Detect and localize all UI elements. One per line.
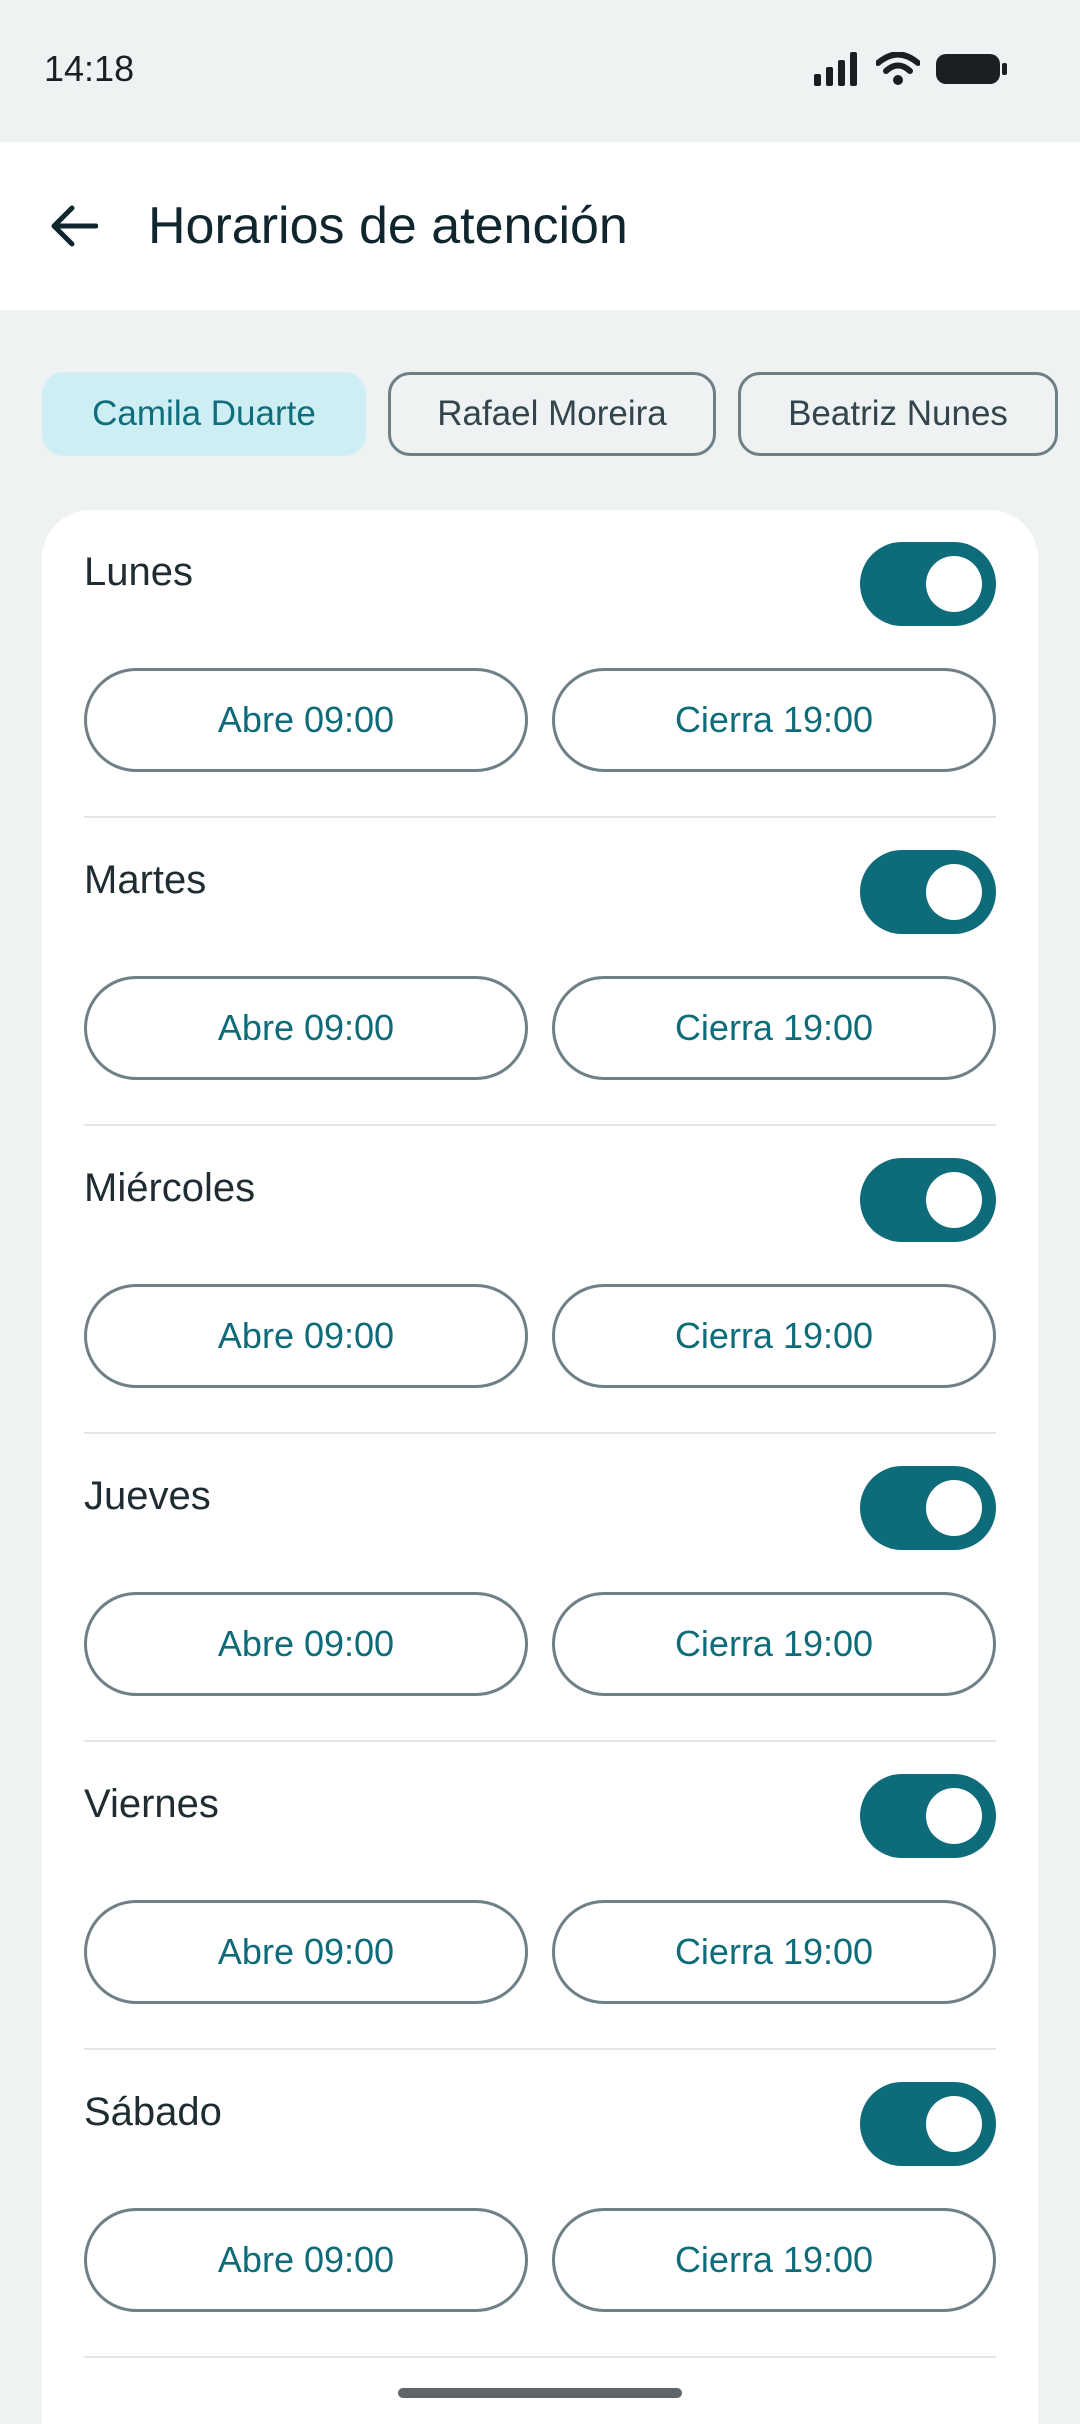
page-title: Horarios de atención xyxy=(148,197,628,255)
open-time-button[interactable]: Abre 09:00 xyxy=(84,1592,528,1696)
day-toggle[interactable] xyxy=(860,850,996,934)
day-name: Miércoles xyxy=(84,1166,256,1210)
divider xyxy=(84,2356,996,2358)
toggle-knob xyxy=(926,556,982,612)
toggle-knob xyxy=(926,864,982,920)
schedule-card: Lunes Abre 09:00 Cierra 19:00 Martes Abr… xyxy=(42,510,1038,2424)
wifi-icon xyxy=(876,52,920,85)
day-row-miercoles: Miércoles Abre 09:00 Cierra 19:00 xyxy=(84,1126,996,1434)
app-bar: Horarios de atención xyxy=(0,142,1080,310)
toggle-knob xyxy=(926,1788,982,1844)
day-row-jueves: Jueves Abre 09:00 Cierra 19:00 xyxy=(84,1434,996,1742)
day-name: Martes xyxy=(84,858,207,902)
day-toggle[interactable] xyxy=(860,2082,996,2166)
day-row-martes: Martes Abre 09:00 Cierra 19:00 xyxy=(84,818,996,1126)
signal-icon xyxy=(814,52,857,86)
day-name: Sábado xyxy=(84,2090,222,2134)
chip-beatriz-nunes[interactable]: Beatriz Nunes xyxy=(738,372,1058,456)
toggle-knob xyxy=(926,2096,982,2152)
chip-camila-duarte[interactable]: Camila Duarte xyxy=(42,372,366,456)
chip-rafael-moreira[interactable]: Rafael Moreira xyxy=(388,372,716,456)
toggle-knob xyxy=(926,1480,982,1536)
close-time-button[interactable]: Cierra 19:00 xyxy=(552,1900,996,2004)
day-toggle[interactable] xyxy=(860,1774,996,1858)
day-name: Lunes xyxy=(84,550,193,594)
status-time: 14:18 xyxy=(44,48,135,89)
home-indicator[interactable] xyxy=(398,2388,682,2398)
day-row-viernes: Viernes Abre 09:00 Cierra 19:00 xyxy=(84,1742,996,2050)
close-time-button[interactable]: Cierra 19:00 xyxy=(552,1284,996,1388)
open-time-button[interactable]: Abre 09:00 xyxy=(84,2208,528,2312)
close-time-button[interactable]: Cierra 19:00 xyxy=(552,1592,996,1696)
day-toggle[interactable] xyxy=(860,1466,996,1550)
close-time-button[interactable]: Cierra 19:00 xyxy=(552,668,996,772)
toggle-knob xyxy=(926,1172,982,1228)
back-button[interactable] xyxy=(40,182,108,270)
arrow-left-icon xyxy=(51,205,98,247)
day-name: Viernes xyxy=(84,1782,219,1826)
day-name: Jueves xyxy=(84,1474,211,1518)
open-time-button[interactable]: Abre 09:00 xyxy=(84,976,528,1080)
staff-filter-chips: Camila Duarte Rafael Moreira Beatriz Nun… xyxy=(42,372,1080,456)
open-time-button[interactable]: Abre 09:00 xyxy=(84,1900,528,2004)
open-time-button[interactable]: Abre 09:00 xyxy=(84,1284,528,1388)
close-time-button[interactable]: Cierra 19:00 xyxy=(552,2208,996,2312)
battery-icon xyxy=(936,54,1007,84)
status-bar: 14:18 xyxy=(0,0,1080,142)
day-row-sabado: Sábado Abre 09:00 Cierra 19:00 xyxy=(84,2050,996,2358)
day-row-lunes: Lunes Abre 09:00 Cierra 19:00 xyxy=(84,510,996,818)
day-toggle[interactable] xyxy=(860,1158,996,1242)
status-icons xyxy=(814,52,1008,86)
open-time-button[interactable]: Abre 09:00 xyxy=(84,668,528,772)
day-toggle[interactable] xyxy=(860,542,996,626)
close-time-button[interactable]: Cierra 19:00 xyxy=(552,976,996,1080)
